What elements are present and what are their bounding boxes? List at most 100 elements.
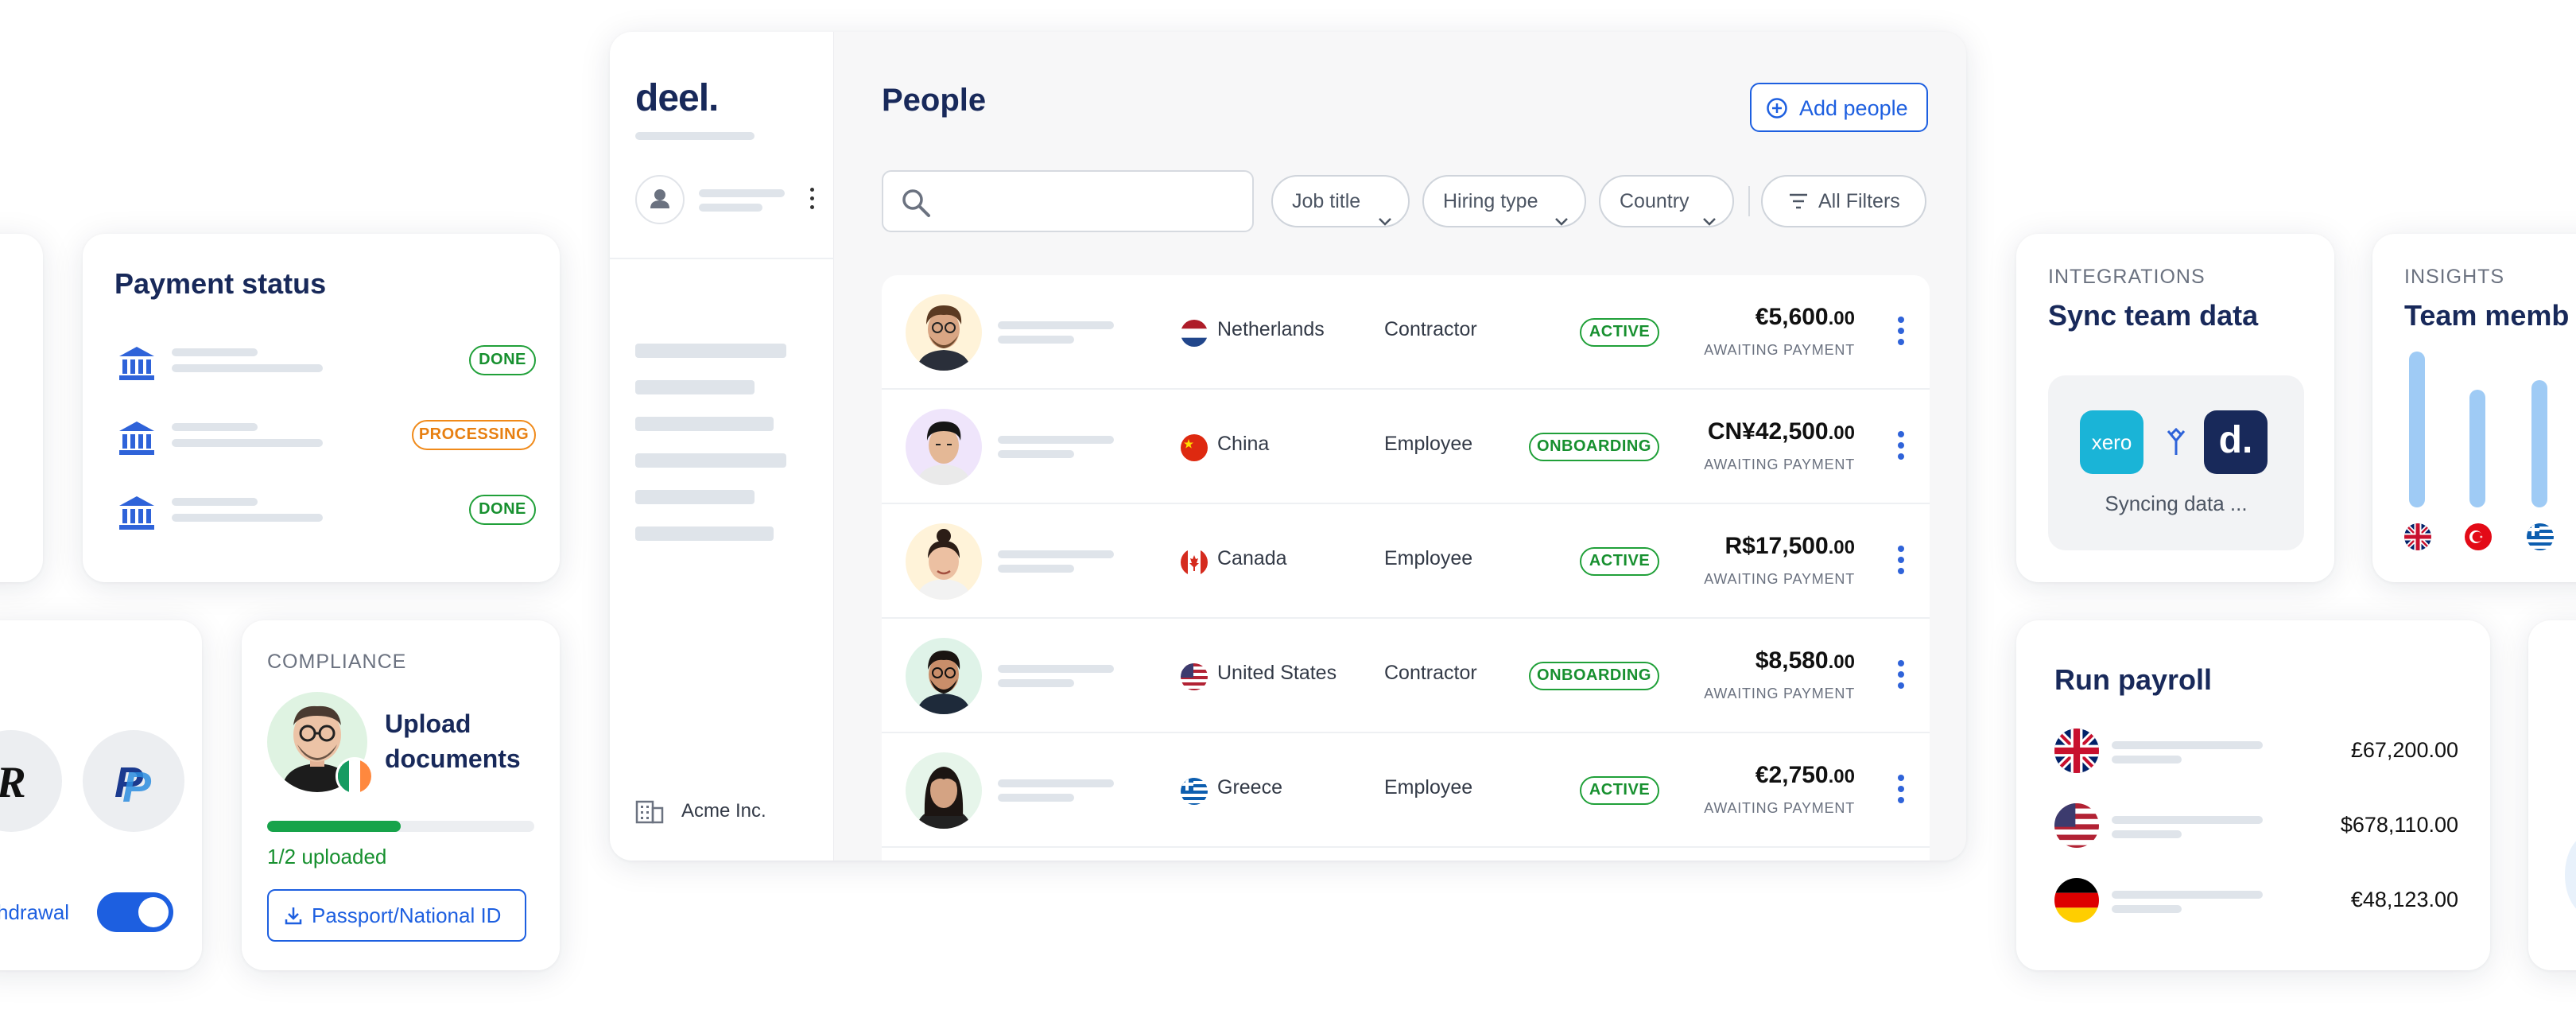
- payroll-item[interactable]: $678,110.00: [2054, 800, 2458, 848]
- row-menu-icon[interactable]: [1896, 775, 1906, 806]
- row-menu-icon[interactable]: [1896, 546, 1906, 577]
- table-row[interactable]: Canada Employee ACTIVE R$17,500.00 AWAIT…: [882, 504, 1930, 619]
- bank-icon: [118, 495, 156, 531]
- user-switcher[interactable]: [635, 175, 818, 226]
- name-placeholder: [998, 321, 1114, 329]
- payment-state: AWAITING PAYMENT: [1704, 571, 1855, 587]
- hiring-type-cell: Contractor: [1384, 662, 1477, 684]
- hiring-type-filter[interactable]: Hiring type: [1422, 175, 1586, 227]
- status-badge: DONE: [469, 345, 536, 375]
- integrations-title: Sync team data: [2048, 299, 2259, 332]
- passport-upload-button[interactable]: Passport/National ID: [267, 889, 526, 942]
- sidebar-nav-item[interactable]: [635, 453, 786, 468]
- sidebar-nav-item[interactable]: [635, 526, 774, 541]
- user-name-placeholder: [699, 189, 785, 197]
- table-row[interactable]: Netherlands Contractor ACTIVE €5,600.00 …: [882, 275, 1930, 390]
- payroll-amount: £67,200.00: [2350, 738, 2458, 762]
- sidebar-nav-item[interactable]: [635, 344, 786, 358]
- country-filter[interactable]: Country: [1599, 175, 1734, 227]
- more-icon[interactable]: [809, 188, 815, 212]
- payroll-item[interactable]: £67,200.00: [2054, 725, 2458, 773]
- payment-status-card: Payment status DONE PROCESSING DONE: [83, 234, 560, 582]
- row-menu-icon[interactable]: [1896, 660, 1906, 692]
- name-placeholder: [998, 450, 1074, 458]
- name-placeholder: [998, 779, 1114, 787]
- search-input[interactable]: [882, 170, 1254, 232]
- download-icon: [283, 905, 304, 926]
- payment-item-placeholder: [172, 423, 258, 431]
- amount-cents: .00: [1828, 537, 1855, 558]
- name-placeholder: [998, 679, 1074, 687]
- company-switcher[interactable]: Acme Inc.: [635, 795, 818, 827]
- add-people-button[interactable]: Add people: [1750, 83, 1928, 132]
- withdrawal-toggle[interactable]: [97, 892, 173, 932]
- country-cell: China: [1217, 433, 1270, 455]
- paypal-icon[interactable]: PP: [83, 730, 184, 832]
- insights-title: Team memb: [2404, 299, 2570, 332]
- search-icon: [901, 188, 931, 218]
- amount-value: €2,750: [1755, 762, 1829, 788]
- flag-united-states-icon: [1181, 663, 1208, 690]
- payment-item[interactable]: DONE: [114, 342, 536, 387]
- payroll-item-placeholder: [2112, 816, 2263, 824]
- flag-united-kingdom-icon: [2404, 523, 2431, 550]
- sidebar-nav-item[interactable]: [635, 380, 755, 394]
- avatar: [906, 638, 982, 714]
- status-badge: ONBOARDING: [1529, 662, 1659, 690]
- payment-item[interactable]: PROCESSING: [114, 417, 536, 461]
- amount-cell: CN¥42,500.00: [1708, 418, 1855, 445]
- xero-logo-label: xero: [2091, 430, 2132, 454]
- building-icon: [635, 798, 664, 824]
- payroll-item-placeholder: [2112, 756, 2182, 764]
- flag-greece-icon: [2527, 523, 2554, 550]
- table-row[interactable]: China Employee ONBOARDING CN¥42,500.00 A…: [882, 390, 1930, 504]
- amount-cell: €2,750.00: [1755, 762, 1855, 789]
- country-cell: Canada: [1217, 547, 1287, 569]
- run-payroll-card: Run payroll £67,200.00 $678,110.00 €48,1…: [2016, 620, 2490, 970]
- partial-circle-icon: [2565, 835, 2576, 915]
- payment-item[interactable]: DONE: [114, 492, 536, 536]
- payment-item-placeholder: [172, 514, 323, 522]
- country-cell: Netherlands: [1217, 318, 1325, 340]
- name-placeholder: [998, 436, 1114, 444]
- job-title-filter[interactable]: Job title: [1271, 175, 1410, 227]
- app-sidebar: deel. Acme Inc.: [610, 32, 834, 861]
- amount-cell: R$17,500.00: [1725, 533, 1855, 560]
- payment-item-placeholder: [172, 439, 323, 447]
- avatar: [906, 294, 982, 371]
- sidebar-nav-item[interactable]: [635, 490, 755, 504]
- brand-underline: [635, 132, 755, 140]
- sidebar-nav-item[interactable]: [635, 417, 774, 431]
- xero-logo: xero: [2080, 410, 2143, 474]
- row-menu-icon[interactable]: [1896, 317, 1906, 348]
- revolut-icon[interactable]: R: [0, 730, 62, 832]
- compliance-eyebrow: COMPLIANCE: [267, 651, 407, 673]
- svg-text:R: R: [0, 758, 26, 807]
- row-menu-icon[interactable]: [1896, 431, 1906, 463]
- payment-state: AWAITING PAYMENT: [1704, 457, 1855, 472]
- table-row[interactable]: Greece Employee ACTIVE €2,750.00 AWAITIN…: [882, 733, 1930, 848]
- payroll-item[interactable]: €48,123.00: [2054, 875, 2458, 923]
- name-placeholder: [998, 794, 1074, 802]
- payroll-item-placeholder: [2112, 905, 2182, 913]
- amount-cents: .00: [1828, 766, 1855, 787]
- table-row[interactable]: United States Contractor ONBOARDING $8,5…: [882, 619, 1930, 733]
- all-filters-button[interactable]: All Filters: [1761, 175, 1926, 227]
- flag-netherlands-icon: [1181, 320, 1208, 347]
- status-badge: ONBOARDING: [1529, 433, 1659, 461]
- bank-icon: [118, 345, 156, 382]
- payment-state: AWAITING PAYMENT: [1704, 800, 1855, 816]
- merge-icon: [2164, 428, 2188, 457]
- hiring-type-cell: Employee: [1384, 776, 1473, 798]
- status-badge: ACTIVE: [1580, 547, 1659, 576]
- flag-greece-icon: [1181, 778, 1208, 805]
- insights-bar: [2409, 352, 2425, 507]
- user-avatar-icon: [635, 175, 685, 224]
- toggle-knob: [138, 897, 169, 927]
- hiring-type-cell: Employee: [1384, 547, 1473, 569]
- payroll-item-placeholder: [2112, 891, 2263, 899]
- svg-text:P: P: [122, 764, 152, 811]
- job-title-filter-label: Job title: [1292, 190, 1361, 212]
- brand-logo[interactable]: deel.: [635, 76, 719, 120]
- withdrawal-card: R PP hdrawal: [0, 620, 202, 970]
